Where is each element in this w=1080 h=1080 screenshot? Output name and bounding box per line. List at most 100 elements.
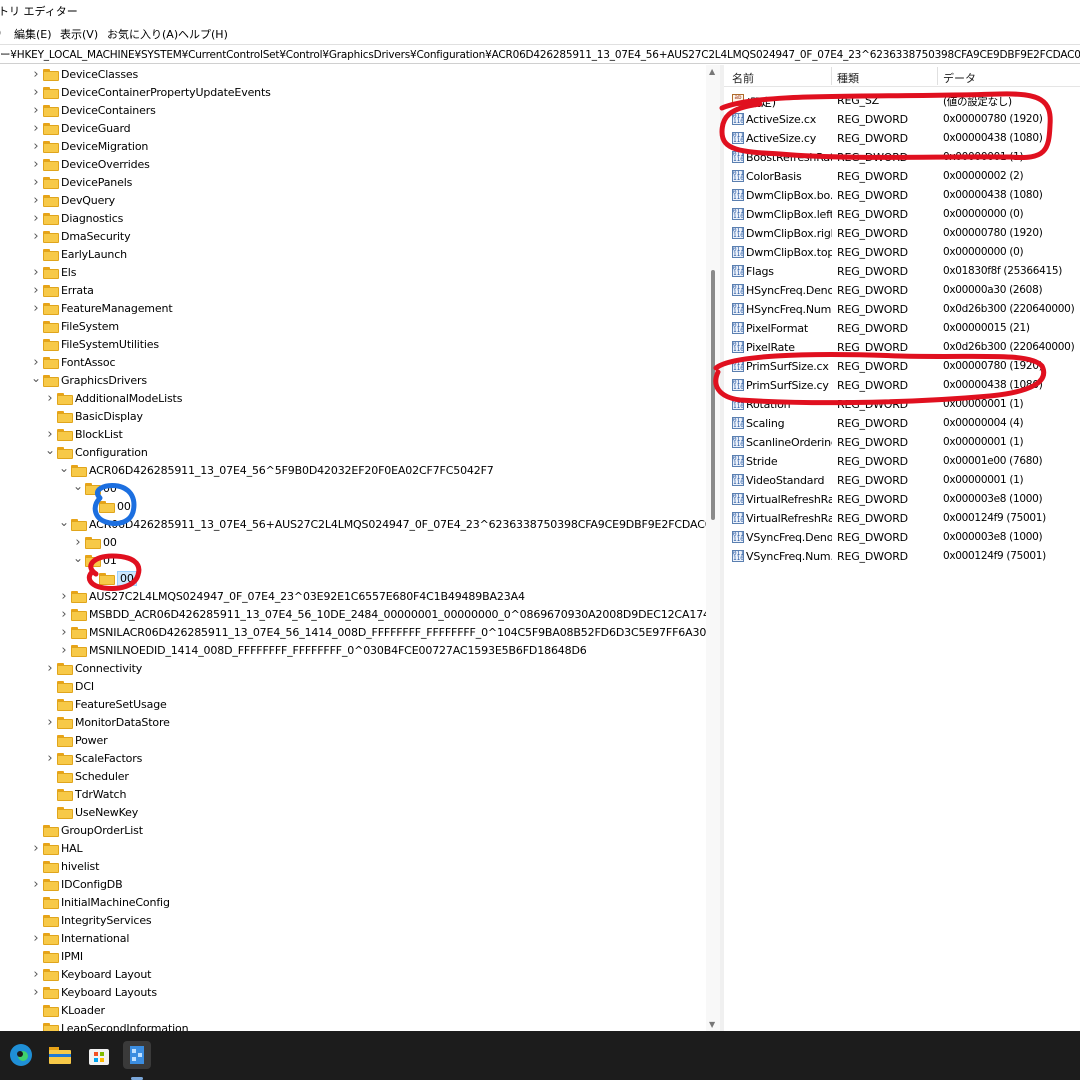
tree-item[interactable]: InitialMachineConfig bbox=[0, 894, 706, 912]
chevron-right-icon[interactable]: › bbox=[30, 158, 42, 172]
address-path[interactable]: ー¥HKEY_LOCAL_MACHINE¥SYSTEM¥CurrentContr… bbox=[0, 47, 1080, 62]
tree-item[interactable]: › MSBDD_ACR06D426285911_13_07E4_56_10DE_2… bbox=[0, 606, 719, 624]
value-row[interactable]: 011 110VirtualRefreshRa... REG_DWORD 0x000… bbox=[724, 490, 1080, 509]
key-tree-pane[interactable]: › DeviceClasses › DeviceContainerPropertyUp… bbox=[0, 65, 720, 1031]
tree-item[interactable]: › FontAssoc bbox=[0, 354, 706, 372]
tree-item-label[interactable]: Els bbox=[61, 266, 76, 279]
tree-item[interactable]: ⌄ 01 bbox=[0, 551, 706, 570]
tree-item-label[interactable]: HAL bbox=[61, 842, 83, 855]
chevron-right-icon[interactable]: › bbox=[58, 590, 70, 604]
chevron-right-icon[interactable]: › bbox=[30, 104, 42, 118]
tree-item[interactable]: KLoader bbox=[0, 1002, 706, 1020]
tree-item-label[interactable]: FileSystemUtilities bbox=[61, 338, 159, 351]
value-row[interactable]: 011 110 HSyncFreq.Num... REG_DWORD 0x0d26b3… bbox=[724, 300, 1080, 319]
address-bar[interactable]: ー¥HKEY_LOCAL_MACHINE¥SYSTEM¥CurrentContr… bbox=[0, 44, 1080, 64]
tree-item[interactable]: › Keyboard Layouts bbox=[0, 984, 706, 1002]
tree-item-label[interactable]: MSNILNOEDID_1414_008D_FFFFFFFF_FFFFFFFF_… bbox=[89, 644, 587, 657]
value-row[interactable]: 011 110 Stride REG_DWORD 0x00001e00 (7680) bbox=[724, 452, 1080, 471]
value-row[interactable]: 011 110BoostRefreshRat... REG_DWORD 0x0000… bbox=[724, 148, 1080, 167]
tree-item-label[interactable]: Power bbox=[75, 734, 108, 747]
value-row[interactable]: 011 110VirtualRefreshRa... REG_DWORD 0x000… bbox=[724, 509, 1080, 528]
tree-item-label[interactable]: 00 bbox=[117, 571, 137, 586]
value-row[interactable]: 011 110DwmClipBox.right REG_DWORD 0x000007… bbox=[724, 224, 1080, 243]
chevron-right-icon[interactable]: › bbox=[30, 266, 42, 280]
menu-help[interactable]: ヘルプ(H) bbox=[178, 26, 228, 42]
tree-item-label[interactable]: BlockList bbox=[75, 428, 123, 441]
value-row[interactable]: 011 110 VideoStandard REG_DWORD 0x00000001 … bbox=[724, 471, 1080, 490]
tree-item-label[interactable]: 00 bbox=[103, 536, 117, 549]
menu-favorites[interactable]: お気に入り(A) bbox=[107, 26, 178, 42]
tree-item[interactable]: BasicDisplay bbox=[0, 408, 706, 426]
tree-item[interactable]: › DeviceOverrides bbox=[0, 156, 706, 174]
chevron-right-icon[interactable]: › bbox=[30, 176, 42, 190]
tree-item-label[interactable]: Keyboard Layout bbox=[61, 968, 152, 981]
scrollbar-thumb[interactable] bbox=[711, 270, 715, 520]
chevron-down-icon[interactable]: ⌄ bbox=[44, 443, 56, 457]
tree-item[interactable]: TdrWatch bbox=[0, 786, 706, 804]
tree-item[interactable]: › HAL bbox=[0, 840, 706, 858]
tree-item-label[interactable]: InitialMachineConfig bbox=[61, 896, 170, 909]
tree-item-label[interactable]: DeviceGuard bbox=[61, 122, 131, 135]
tree-item-label[interactable]: ScaleFactors bbox=[75, 752, 142, 765]
chevron-right-icon[interactable]: › bbox=[30, 356, 42, 370]
chevron-right-icon[interactable]: › bbox=[58, 626, 70, 640]
value-row[interactable]: 011 110 Flags REG_DWORD 0x01830f8f (2536641… bbox=[724, 262, 1080, 281]
value-row[interactable]: 011 110 ActiveSize.cy REG_DWORD 0x00000438 … bbox=[724, 129, 1080, 148]
column-name-header[interactable]: 名前 bbox=[732, 70, 754, 86]
chevron-right-icon[interactable]: › bbox=[30, 986, 42, 1000]
tree-item[interactable]: › IDConfigDB bbox=[0, 876, 706, 894]
tree-item[interactable]: › DmaSecurity bbox=[0, 228, 706, 246]
value-row[interactable]: 011 110 VSyncFreq.Num... REG_DWORD 0x000124… bbox=[724, 547, 1080, 566]
tree-item-label[interactable]: DeviceOverrides bbox=[61, 158, 150, 171]
chevron-right-icon[interactable]: › bbox=[30, 140, 42, 154]
tree-item[interactable]: FileSystem bbox=[0, 318, 706, 336]
tree-item[interactable]: IntegrityServices bbox=[0, 912, 706, 930]
store-icon[interactable] bbox=[85, 1041, 113, 1069]
tree-item-label[interactable]: LeapSecondInformation bbox=[61, 1022, 189, 1031]
tree-item-label[interactable]: 00 bbox=[103, 482, 117, 495]
file-explorer-icon[interactable] bbox=[46, 1041, 74, 1069]
tree-item[interactable]: EarlyLaunch bbox=[0, 246, 706, 264]
tree-item[interactable]: ⌄ ACR06D426285911_13_07E4_56+AUS27C2L4LMQ… bbox=[0, 515, 712, 534]
tree-item[interactable]: › DeviceContainers bbox=[0, 102, 706, 120]
tree-item[interactable]: › DeviceContainerPropertyUpdateEvents bbox=[0, 84, 706, 102]
tree-item-label[interactable]: DeviceContainers bbox=[61, 104, 156, 117]
tree-item-label[interactable]: UseNewKey bbox=[75, 806, 138, 819]
tree-item-label[interactable]: DCI bbox=[75, 680, 94, 693]
chevron-right-icon[interactable]: › bbox=[30, 212, 42, 226]
chevron-down-icon[interactable]: ⌄ bbox=[58, 461, 70, 475]
tree-item[interactable]: ⌄ ACR06D426285911_13_07E4_56^5F9B0D42032E… bbox=[0, 461, 706, 480]
tree-item[interactable]: ⌄ 00 bbox=[0, 479, 706, 498]
tree-item[interactable]: hivelist bbox=[0, 858, 706, 876]
chevron-right-icon[interactable]: › bbox=[30, 842, 42, 856]
tree-item-label[interactable]: ACR06D426285911_13_07E4_56^5F9B0D42032EF… bbox=[89, 464, 494, 477]
tree-item-label[interactable]: IntegrityServices bbox=[61, 914, 152, 927]
tree-scrollbar[interactable]: ▲ ▼ bbox=[706, 65, 720, 1031]
tree-item-label[interactable]: MSNILACR06D426285911_13_07E4_56_1414_008… bbox=[89, 626, 719, 639]
tree-item-label[interactable]: DeviceContainerPropertyUpdateEvents bbox=[61, 86, 271, 99]
menu-view[interactable]: 表示(V) bbox=[60, 26, 98, 42]
tree-item[interactable]: LeapSecondInformation bbox=[0, 1020, 706, 1031]
value-row[interactable]: 011 110 PixelRate REG_DWORD 0x0d26b300 (220… bbox=[724, 338, 1080, 357]
chevron-right-icon[interactable]: › bbox=[30, 302, 42, 316]
chevron-right-icon[interactable]: › bbox=[58, 644, 70, 658]
chevron-right-icon[interactable]: › bbox=[58, 608, 70, 622]
column-data-header[interactable]: データ bbox=[943, 70, 976, 86]
tree-item-label[interactable]: BasicDisplay bbox=[75, 410, 143, 423]
tree-item[interactable]: › Diagnostics bbox=[0, 210, 706, 228]
tree-item-label[interactable]: DeviceMigration bbox=[61, 140, 148, 153]
tree-item-label[interactable]: IDConfigDB bbox=[61, 878, 123, 891]
chevron-right-icon[interactable]: › bbox=[72, 536, 84, 550]
tree-item-label[interactable]: AUS27C2L4LMQS024947_0F_07E4_23^03E92E1C6… bbox=[89, 590, 525, 603]
tree-item[interactable]: › FeatureManagement bbox=[0, 300, 706, 318]
tree-item[interactable]: DCI bbox=[0, 678, 706, 696]
tree-item[interactable]: › DevicePanels bbox=[0, 174, 706, 192]
tree-item-label[interactable]: TdrWatch bbox=[75, 788, 126, 801]
value-row[interactable]: 011 110 PixelFormat REG_DWORD 0x00000015 (2… bbox=[724, 319, 1080, 338]
tree-item-label[interactable]: Scheduler bbox=[75, 770, 129, 783]
values-pane[interactable]: 名前 種類 データ ab (既定) REG_SZ (値の設定なし) 011 110 Act… bbox=[724, 65, 1080, 1031]
chevron-right-icon[interactable]: › bbox=[30, 122, 42, 136]
value-row[interactable]: 011 110VSyncFreq.Deno... REG_DWORD 0x00000… bbox=[724, 528, 1080, 547]
tree-item-label[interactable]: DeviceClasses bbox=[61, 68, 138, 81]
chevron-down-icon[interactable]: ⌄ bbox=[72, 479, 84, 493]
